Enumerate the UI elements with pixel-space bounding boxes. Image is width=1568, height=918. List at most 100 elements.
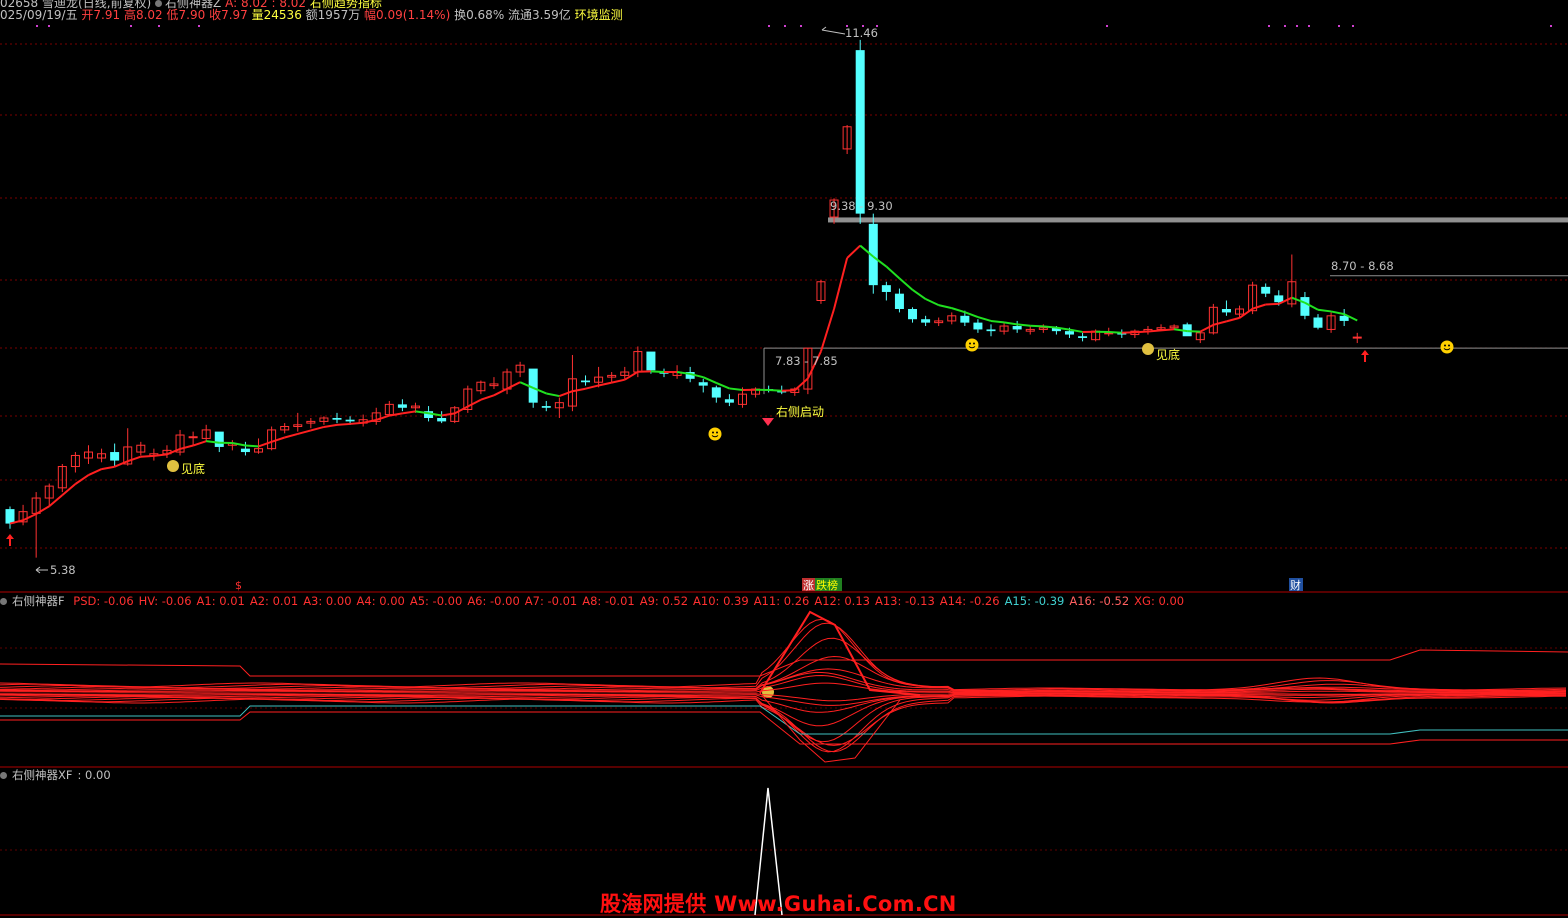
trend-segment bbox=[1148, 330, 1161, 331]
candle-body bbox=[908, 309, 917, 319]
candle bbox=[437, 411, 446, 423]
zone-label-3: 7.83 - 7.85 bbox=[775, 354, 838, 368]
panel2-value: A4: 0.00 bbox=[357, 594, 405, 608]
candle-body bbox=[1222, 309, 1231, 312]
candle bbox=[1196, 331, 1204, 343]
trend-segment bbox=[62, 484, 75, 495]
event-rank-label: 跌榜 bbox=[816, 578, 838, 592]
oscillator-line bbox=[0, 696, 1566, 752]
candle bbox=[948, 312, 956, 324]
candle bbox=[163, 445, 171, 458]
candle bbox=[921, 316, 930, 326]
trend-segment bbox=[494, 389, 507, 396]
candle-body bbox=[960, 316, 969, 323]
candle bbox=[895, 289, 904, 313]
trend-segment bbox=[769, 390, 782, 391]
candle-body bbox=[1261, 287, 1270, 294]
panel2-value: HV: -0.06 bbox=[139, 594, 192, 608]
trend-segment bbox=[952, 308, 965, 312]
quote-low: 低7.90 bbox=[167, 8, 206, 22]
event-dot bbox=[1296, 25, 1298, 27]
candle-body bbox=[215, 432, 224, 447]
candle bbox=[542, 401, 551, 411]
candle bbox=[241, 442, 250, 456]
indicator-settings-icon[interactable] bbox=[155, 0, 162, 7]
high-price-label: 11.46 bbox=[845, 26, 878, 40]
trend-segment bbox=[1200, 325, 1213, 332]
trend-segment bbox=[1226, 318, 1239, 321]
candle bbox=[882, 282, 891, 301]
trend-segment bbox=[1030, 326, 1043, 327]
trend-segment bbox=[1109, 332, 1122, 333]
candle bbox=[281, 423, 289, 433]
candle bbox=[490, 377, 498, 389]
event-dot bbox=[1284, 25, 1286, 27]
candle bbox=[385, 401, 393, 416]
candle bbox=[58, 464, 66, 492]
trend-segment bbox=[23, 514, 36, 520]
trend-segment bbox=[1161, 329, 1174, 330]
trend-segment bbox=[311, 427, 324, 430]
env-monitor-link[interactable]: 环境监测 bbox=[575, 8, 623, 22]
candle-body bbox=[725, 399, 734, 402]
trend-segment bbox=[1043, 326, 1056, 327]
trend-segment bbox=[193, 441, 206, 445]
event-dot bbox=[36, 25, 38, 27]
candle bbox=[1314, 314, 1323, 329]
panel2-value: A9: 0.52 bbox=[640, 594, 688, 608]
event-finance-label: 财 bbox=[1290, 578, 1301, 592]
trend-segment bbox=[886, 267, 899, 279]
trend-segment bbox=[376, 416, 389, 420]
header-line-2: 025/09/19/五 开7.91 高8.02 低7.90 收7.97 量245… bbox=[0, 8, 623, 22]
event-dot bbox=[48, 25, 50, 27]
event-dot bbox=[784, 25, 786, 27]
event-dot bbox=[1106, 25, 1108, 27]
quote-volume: 量24536 bbox=[252, 8, 302, 22]
trend-segment bbox=[1135, 331, 1148, 332]
panel2-value: A5: -0.00 bbox=[410, 594, 462, 608]
candle-body bbox=[333, 418, 342, 420]
candle bbox=[935, 318, 943, 327]
candle bbox=[1000, 323, 1008, 335]
trend-segment bbox=[128, 457, 141, 461]
trend-segment bbox=[507, 382, 520, 389]
smiley-icon bbox=[1441, 341, 1454, 354]
candle-body bbox=[1300, 297, 1309, 316]
candle bbox=[581, 375, 590, 385]
trend-segment bbox=[298, 430, 311, 434]
candle bbox=[973, 319, 982, 333]
trend-segment bbox=[337, 424, 350, 425]
candle bbox=[568, 355, 576, 411]
panel3-settings-icon[interactable] bbox=[0, 772, 7, 779]
trend-segment bbox=[141, 456, 154, 457]
candle-body bbox=[973, 323, 982, 330]
candle bbox=[137, 442, 145, 456]
candle bbox=[1078, 333, 1087, 342]
candle-body bbox=[1013, 326, 1022, 329]
panel2-values: PSD: -0.06HV: -0.06A1: 0.01A2: 0.01A3: 0… bbox=[73, 594, 1189, 608]
candle bbox=[555, 398, 563, 418]
trend-segment bbox=[913, 290, 926, 299]
candle bbox=[176, 430, 184, 456]
candle bbox=[1026, 326, 1034, 335]
trend-segment bbox=[180, 446, 193, 449]
event-dot bbox=[198, 25, 200, 27]
event-dot bbox=[1338, 25, 1340, 27]
candle-body bbox=[189, 437, 197, 438]
event-limit-label: 涨 bbox=[803, 579, 814, 592]
trend-segment bbox=[102, 467, 115, 469]
event-dot bbox=[800, 25, 802, 27]
panel3-title[interactable]: 右侧神器XF bbox=[12, 768, 73, 782]
trend-segment bbox=[821, 309, 834, 351]
panel2-settings-icon[interactable] bbox=[0, 598, 7, 605]
candle bbox=[307, 418, 315, 428]
candle bbox=[1209, 304, 1217, 335]
event-dot bbox=[1352, 25, 1354, 27]
candle bbox=[1117, 329, 1126, 338]
money-bag-icon bbox=[167, 460, 179, 472]
candle-body bbox=[699, 382, 708, 385]
candle bbox=[98, 449, 106, 463]
candle bbox=[84, 445, 92, 464]
event-dot bbox=[1308, 25, 1310, 27]
panel2-title[interactable]: 右侧神器F bbox=[12, 594, 65, 608]
